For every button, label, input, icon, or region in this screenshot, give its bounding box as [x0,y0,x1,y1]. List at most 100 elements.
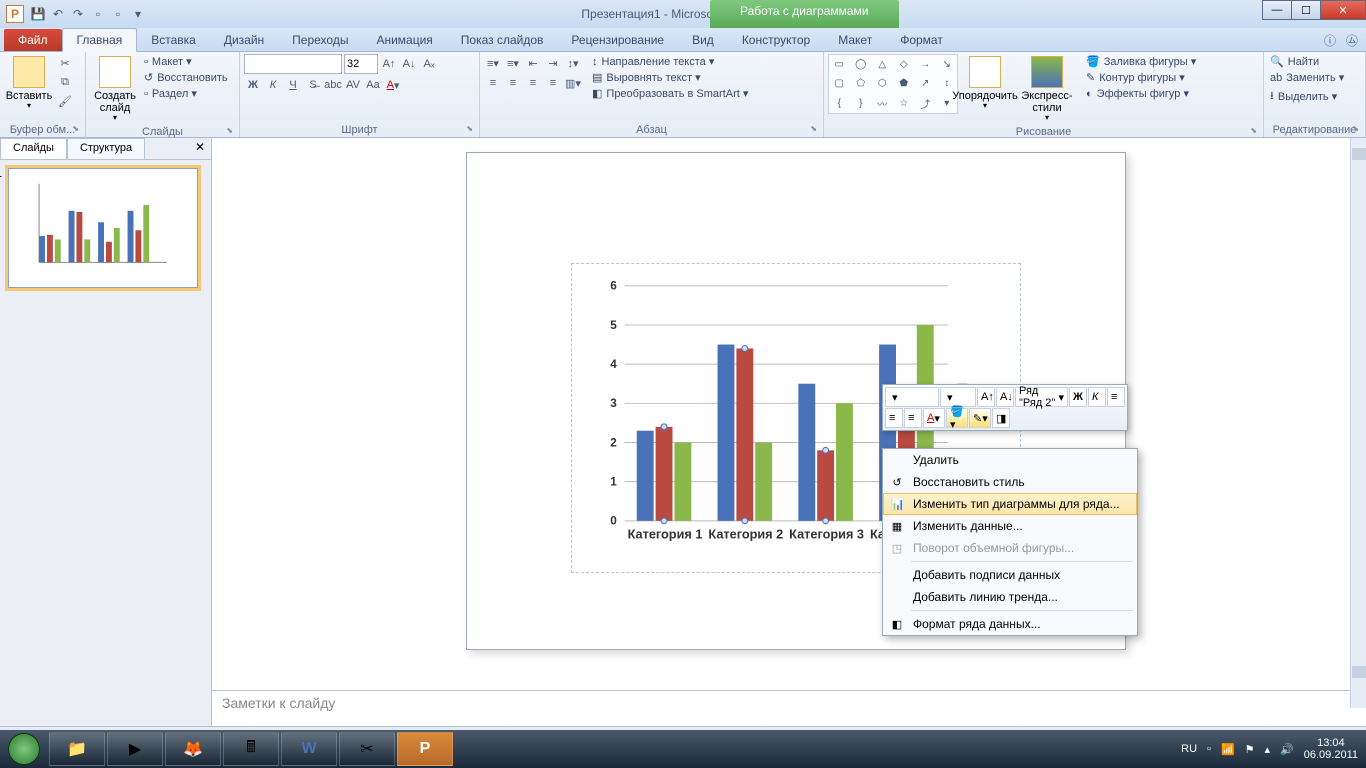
tray-up-icon[interactable]: ▴ [1265,743,1271,756]
mini-series-combo[interactable]: Ряд "Ряд 2" ▾ [1015,387,1068,407]
mini-outline-icon[interactable]: ✎▾ [969,408,991,428]
ctx-add-trendline[interactable]: Добавить линию тренда... [883,586,1137,608]
tray-volume-icon[interactable]: 🔊 [1280,743,1294,756]
copy-icon[interactable]: ⧉ [56,73,74,91]
justify-icon[interactable]: ≡ [544,74,562,92]
task-word[interactable]: W [281,732,337,766]
panel-tab-slides[interactable]: Слайды [0,138,67,159]
new-slide-button[interactable]: Создать слайд▾ [90,54,140,125]
tab-constructor[interactable]: Конструктор [728,29,824,51]
tray-action-icon[interactable]: ⚑ [1245,743,1255,756]
tray-network-icon[interactable]: 📶 [1221,743,1235,756]
line-spacing-icon[interactable]: ↕▾ [564,54,582,72]
tab-chart-layout[interactable]: Макет [824,29,886,51]
notes-pane[interactable]: Заметки к слайду [212,690,1350,730]
task-snip[interactable]: ✂ [339,732,395,766]
reset-button[interactable]: ↺ Восстановить [142,70,230,85]
mini-size-combo[interactable]: ▾ [940,387,976,407]
help-icons[interactable]: ⓘ ㋰ [1324,32,1358,49]
indent-inc-icon[interactable]: ⇥ [544,54,562,72]
mini-italic-icon[interactable]: К [1088,387,1106,407]
mini-align-center-icon[interactable]: ≡ [885,408,903,428]
format-painter-icon[interactable]: 🖌 [56,92,74,110]
minimize-button[interactable]: — [1262,0,1292,20]
align-text-button[interactable]: ▤ Выровнять текст ▾ [590,70,750,85]
redo-icon[interactable]: ↷ [70,6,86,22]
tray-clock[interactable]: 13:04 06.09.2011 [1304,737,1358,761]
align-center-icon[interactable]: ≡ [504,74,522,92]
align-left-icon[interactable]: ≡ [484,74,502,92]
smartart-button[interactable]: ◧ Преобразовать в SmartArt ▾ [590,86,750,101]
undo-icon[interactable]: ↶ [50,6,66,22]
qat-icon[interactable]: ▫ [110,6,126,22]
mini-align-right-icon[interactable]: ≡ [904,408,922,428]
arrange-button[interactable]: Упорядочить▾ [960,54,1010,113]
quick-styles-button[interactable]: Экспресс-стили▾ [1012,54,1082,125]
shape-effects-button[interactable]: ◐ Эффекты фигур ▾ [1084,86,1198,101]
mini-font-combo[interactable]: ▾ [885,387,939,407]
vertical-scrollbar[interactable] [1350,138,1366,708]
ctx-edit-data[interactable]: ▦Изменить данные... [883,515,1137,537]
font-color-icon[interactable]: A▾ [384,76,402,94]
tab-transitions[interactable]: Переходы [278,29,362,51]
replace-button[interactable]: ab Заменить ▾ [1268,70,1346,85]
shape-fill-button[interactable]: 🪣 Заливка фигуры ▾ [1084,54,1198,69]
layout-button[interactable]: ▫ Макет ▾ [142,54,230,69]
panel-tab-outline[interactable]: Структура [67,138,145,159]
underline-icon[interactable]: Ч [284,76,302,94]
mini-shrink-icon[interactable]: A↓ [996,387,1014,407]
select-button[interactable]: ⭳ Выделить ▾ [1268,86,1346,107]
paste-button[interactable]: Вставить▾ [4,54,54,113]
align-right-icon[interactable]: ≡ [524,74,542,92]
panel-close-icon[interactable]: ✕ [189,138,211,159]
strike-icon[interactable]: S̶ [304,76,322,94]
tab-file[interactable]: Файл [4,29,62,51]
bold-icon[interactable]: Ж [244,76,262,94]
ctx-reset-style[interactable]: ↺Восстановить стиль [883,471,1137,493]
find-button[interactable]: 🔍 Найти [1268,54,1346,69]
task-calc[interactable]: 🖩 [223,732,279,766]
indent-dec-icon[interactable]: ⇤ [524,54,542,72]
tab-slideshow[interactable]: Показ слайдов [447,29,558,51]
numbering-icon[interactable]: ≡▾ [504,54,522,72]
tab-insert[interactable]: Вставка [137,29,210,51]
columns-icon[interactable]: ▥▾ [564,74,582,92]
clear-format-icon[interactable]: Aₓ [420,55,438,73]
task-wmp[interactable]: ▶ [107,732,163,766]
font-name-combo[interactable] [244,54,342,74]
qat-icon[interactable]: ▫ [90,6,106,22]
shadow-icon[interactable]: abc [324,76,342,94]
spacing-icon[interactable]: AV [344,76,362,94]
ctx-delete[interactable]: Удалить [883,449,1137,471]
italic-icon[interactable]: К [264,76,282,94]
ctx-add-data-labels[interactable]: Добавить подписи данных [883,564,1137,586]
tab-design[interactable]: Дизайн [210,29,278,51]
slide-thumbnail[interactable] [8,168,198,288]
tab-chart-format[interactable]: Формат [886,29,957,51]
qat-more-icon[interactable]: ▾ [130,6,146,22]
grow-font-icon[interactable]: A↑ [380,55,398,73]
close-button[interactable]: ✕ [1320,0,1366,20]
mini-align-left-icon[interactable]: ≡ [1107,387,1125,407]
task-firefox[interactable]: 🦊 [165,732,221,766]
shape-gallery[interactable]: ▭◯△◇→↘ ▢⬠⬡⬟↗↕ {}〰☆⤴▾ [828,54,958,114]
scroll-down-icon[interactable] [1352,666,1366,678]
text-direction-button[interactable]: ↕ Направление текста ▾ [590,54,750,69]
maximize-button[interactable]: ☐ [1291,0,1321,20]
font-size-combo[interactable] [344,54,378,74]
tab-animation[interactable]: Анимация [362,29,446,51]
mini-bold-icon[interactable]: Ж [1069,387,1087,407]
ctx-change-chart-type[interactable]: 📊Изменить тип диаграммы для ряда... [883,493,1137,515]
task-powerpoint[interactable]: P [397,732,453,766]
task-explorer[interactable]: 📁 [49,732,105,766]
start-button[interactable] [0,730,48,768]
tab-review[interactable]: Рецензирование [557,29,678,51]
mini-eraser-icon[interactable]: ◨ [992,408,1010,428]
section-button[interactable]: ▫ Раздел ▾ [142,86,230,101]
shape-outline-button[interactable]: ✎ Контур фигуры ▾ [1084,70,1198,85]
tab-home[interactable]: Главная [62,28,138,52]
cut-icon[interactable]: ✂ [56,54,74,72]
mini-font-color-icon[interactable]: A▾ [923,408,945,428]
scroll-up-icon[interactable] [1352,148,1366,160]
bullets-icon[interactable]: ≡▾ [484,54,502,72]
